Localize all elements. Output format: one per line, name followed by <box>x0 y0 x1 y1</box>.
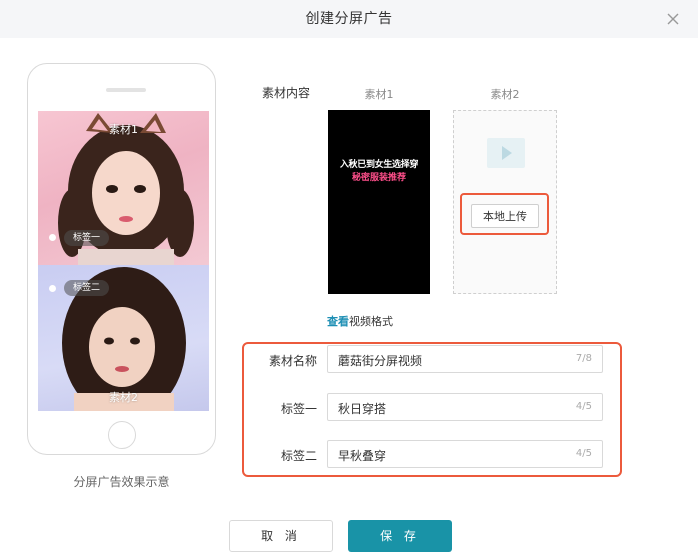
material-name-count: 7/8 <box>575 353 592 364</box>
material-content-label: 素材内容 <box>262 86 311 100</box>
material2-label: 素材2 <box>490 88 520 101</box>
view-link[interactable]: 查看 <box>327 315 349 328</box>
tag1-input[interactable]: 秋日穿搭 4/5 <box>327 393 603 421</box>
save-button[interactable]: 保 存 <box>348 520 452 552</box>
video-play-icon <box>487 138 525 168</box>
phone-preview: 素材1 标签一 标签二 素材2 <box>27 63 216 455</box>
material-name-value: 蘑菇街分屏视频 <box>338 354 423 368</box>
dialog-title: 创建分屏广告 <box>305 11 393 27</box>
video1-overlay-text: 入秋已到女生选择穿 <box>339 160 419 170</box>
material1-video-thumbnail[interactable]: 入秋已到女生选择穿 秘密服装推荐 <box>328 110 430 294</box>
tag2-count: 4/5 <box>575 448 592 459</box>
slot-label-bottom: 素材2 <box>109 391 138 404</box>
tag1-value: 秋日穿搭 <box>338 402 387 416</box>
preview-slot-bottom: 标签二 素材2 <box>38 265 209 411</box>
material1-label: 素材1 <box>364 88 394 101</box>
upload-highlight-box <box>460 193 549 235</box>
preview-caption: 分屏广告效果示意 <box>73 475 170 489</box>
phone-speaker <box>106 88 146 92</box>
video-format-link[interactable]: 查看视频格式 <box>327 313 393 329</box>
cancel-button[interactable]: 取 消 <box>229 520 333 552</box>
phone-home-button <box>108 421 136 449</box>
video1-overlay-subtext: 秘密服装推荐 <box>351 173 406 183</box>
field-label-tag1: 标签一 <box>280 402 317 416</box>
tag-pill-2: 标签二 <box>64 280 110 296</box>
field-label-name: 素材名称 <box>268 354 317 368</box>
tag1-count: 4/5 <box>575 401 592 412</box>
close-icon[interactable] <box>664 10 682 28</box>
slot-label-top: 素材1 <box>109 123 138 136</box>
preview-slot-top: 素材1 标签一 <box>38 111 209 265</box>
tag-pill-1: 标签一 <box>64 230 110 246</box>
video-format-text: 视频格式 <box>349 315 393 328</box>
material-name-input[interactable]: 蘑菇街分屏视频 7/8 <box>327 345 603 373</box>
tag2-input[interactable]: 早秋叠穿 4/5 <box>327 440 603 468</box>
tag-dot <box>49 234 56 241</box>
field-label-tag2: 标签二 <box>280 449 317 463</box>
tag2-value: 早秋叠穿 <box>338 449 387 463</box>
tag-dot <box>49 285 56 292</box>
